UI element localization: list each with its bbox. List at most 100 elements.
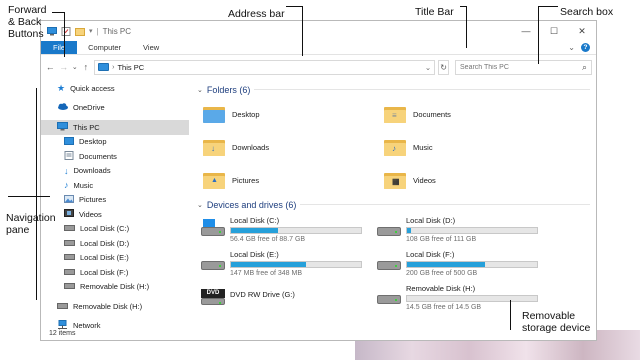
folder-pictures[interactable]: ▲ Pictures [203,168,384,192]
group-divider [254,89,590,90]
sidebar-item-onedrive[interactable]: OneDrive [41,101,189,116]
sidebar-item-label: Desktop [79,137,107,147]
drive-usage-bar [406,227,538,234]
maximize-button[interactable]: ☐ [540,21,568,41]
chevron-down-icon[interactable]: ⌄ [197,201,203,209]
sidebar-item-removable-disk-h-root[interactable]: Removable Disk (H:) [41,299,189,314]
drive-icon [377,219,401,241]
sidebar-item-videos[interactable]: Videos [41,207,189,222]
sidebar-item-downloads[interactable]: ↓ Downloads [41,164,189,179]
sidebar-item-documents[interactable]: Documents [41,149,189,164]
cloud-icon [57,103,68,112]
downloads-folder-icon: ↓ [203,138,225,156]
drives-group-header[interactable]: ⌄ Devices and drives (6) [197,196,596,213]
drive-c[interactable]: Local Disk (C:) 56.4 GB free of 88.7 GB [201,216,377,243]
documents-folder-icon [64,150,74,162]
close-button[interactable]: ✕ [568,21,596,41]
drive-icon [64,224,75,233]
properties-icon[interactable] [61,26,71,36]
sidebar-item-label: Downloads [73,166,111,176]
sidebar-item-label: Removable Disk (H:) [80,282,150,292]
sidebar-item-local-disk-f[interactable]: Local Disk (F:) [41,265,189,280]
back-button[interactable]: ← [45,59,55,75]
help-icon[interactable]: ? [581,43,590,52]
folder-label: Music [413,142,433,152]
sidebar-item-quick-access[interactable]: ★ Quick access [41,81,189,96]
downloads-folder-icon: ↓ [64,165,69,176]
sidebar-item-music[interactable]: ♪ Music [41,178,189,193]
drive-icon [377,253,401,275]
minimize-button[interactable]: — [512,21,540,41]
refresh-button[interactable]: ↻ [438,59,450,75]
folders-group-header[interactable]: ⌄ Folders (6) [197,81,596,98]
sidebar-item-label: This PC [73,122,100,132]
new-folder-icon[interactable] [75,27,85,36]
expand-ribbon-icon[interactable]: ⌄ [568,43,575,52]
address-dropdown-icon[interactable]: ⌄ [425,63,431,72]
sidebar-item-label: Local Disk (C:) [80,224,130,234]
folder-music[interactable]: ♪ Music [384,135,565,159]
content-pane: ⌄ Folders (6) Desktop ≡ Documents ↓ Down… [189,79,596,329]
drive-name: DVD RW Drive (G:) [230,290,295,299]
drive-e[interactable]: Local Disk (E:) 147 MB free of 348 MB [201,250,377,277]
drive-g-dvd[interactable]: DVD DVD RW Drive (G:) [201,284,377,311]
music-folder-icon: ♪ [384,138,406,156]
forward-button[interactable]: → [58,59,68,75]
annotation-leader-line [538,6,558,7]
folder-documents[interactable]: ≡ Documents [384,102,565,126]
annotation-leader-line [466,6,467,48]
tab-computer[interactable]: Computer [77,41,132,54]
sidebar-item-removable-disk-h[interactable]: Removable Disk (H:) [41,280,189,295]
sidebar-item-label: Local Disk (E:) [80,253,129,263]
folder-desktop[interactable]: Desktop [203,102,384,126]
search-input[interactable] [460,63,571,71]
sidebar-item-label: Local Disk (F:) [80,267,129,277]
folder-downloads[interactable]: ↓ Downloads [203,135,384,159]
sidebar-item-local-disk-d[interactable]: Local Disk (D:) [41,236,189,251]
sidebar-item-pictures[interactable]: Pictures [41,193,189,208]
sidebar-item-label: OneDrive [73,103,105,113]
folder-videos[interactable]: ▦ Videos [384,168,565,192]
address-path[interactable]: This PC [117,63,144,72]
annotation-removable-storage: Removable storage device [522,310,591,335]
folders-group-title: Folders (6) [206,84,251,95]
sidebar-item-local-disk-e[interactable]: Local Disk (E:) [41,251,189,266]
address-bar[interactable]: › This PC ⌄ [94,59,436,75]
up-button[interactable]: ↑ [81,59,91,75]
drive-name: Local Disk (D:) [406,216,456,225]
folder-label: Downloads [232,142,270,152]
tab-view[interactable]: View [132,41,170,54]
drive-f[interactable]: Local Disk (F:) 200 GB free of 500 GB [377,250,553,277]
drive-usage-fill [231,262,307,267]
documents-folder-icon: ≡ [384,105,406,123]
sidebar-item-local-disk-c[interactable]: Local Disk (C:) [41,222,189,237]
drive-name: Removable Disk (H:) [406,284,476,293]
path-separator[interactable]: › [112,64,114,71]
sidebar-item-label: Documents [79,151,117,161]
drive-h-removable[interactable]: Removable Disk (H:) 14.5 GB free of 14.5… [377,284,553,311]
sidebar-item-desktop[interactable]: Desktop [41,135,189,150]
drive-usage-fill [231,228,278,233]
sidebar-item-label: Music [73,180,94,190]
chevron-down-icon[interactable]: ⌄ [197,86,203,94]
annotation-leader-line [302,6,303,56]
customize-toolbar-icon[interactable]: ▾ [89,27,93,35]
drive-usage-bar [230,261,362,268]
drive-usage-fill [407,262,485,267]
tab-file[interactable]: File [41,41,78,54]
drive-d[interactable]: Local Disk (D:) 108 GB free of 111 GB [377,216,553,243]
sidebar-item-this-pc[interactable]: This PC [41,120,189,135]
file-explorer-window: ▾ | This PC — ☐ ✕ File Computer View ⌄ ?… [40,20,597,341]
annotation-leader-line [286,6,303,7]
desktop-folder-icon [203,105,225,123]
system-drive-icon [201,219,225,241]
folder-label: Pictures [232,175,260,185]
search-icon[interactable]: ⌕ [582,62,587,73]
drive-icon [64,282,75,291]
drive-free-space: 14.5 GB free of 14.5 GB [406,304,482,311]
search-box[interactable]: ⌕ [455,59,593,75]
recent-locations-button[interactable]: ⌄ [72,59,78,75]
drive-name: Local Disk (F:) [406,250,455,259]
drive-free-space: 56.4 GB free of 88.7 GB [230,236,306,243]
drive-usage-bar [406,261,538,268]
